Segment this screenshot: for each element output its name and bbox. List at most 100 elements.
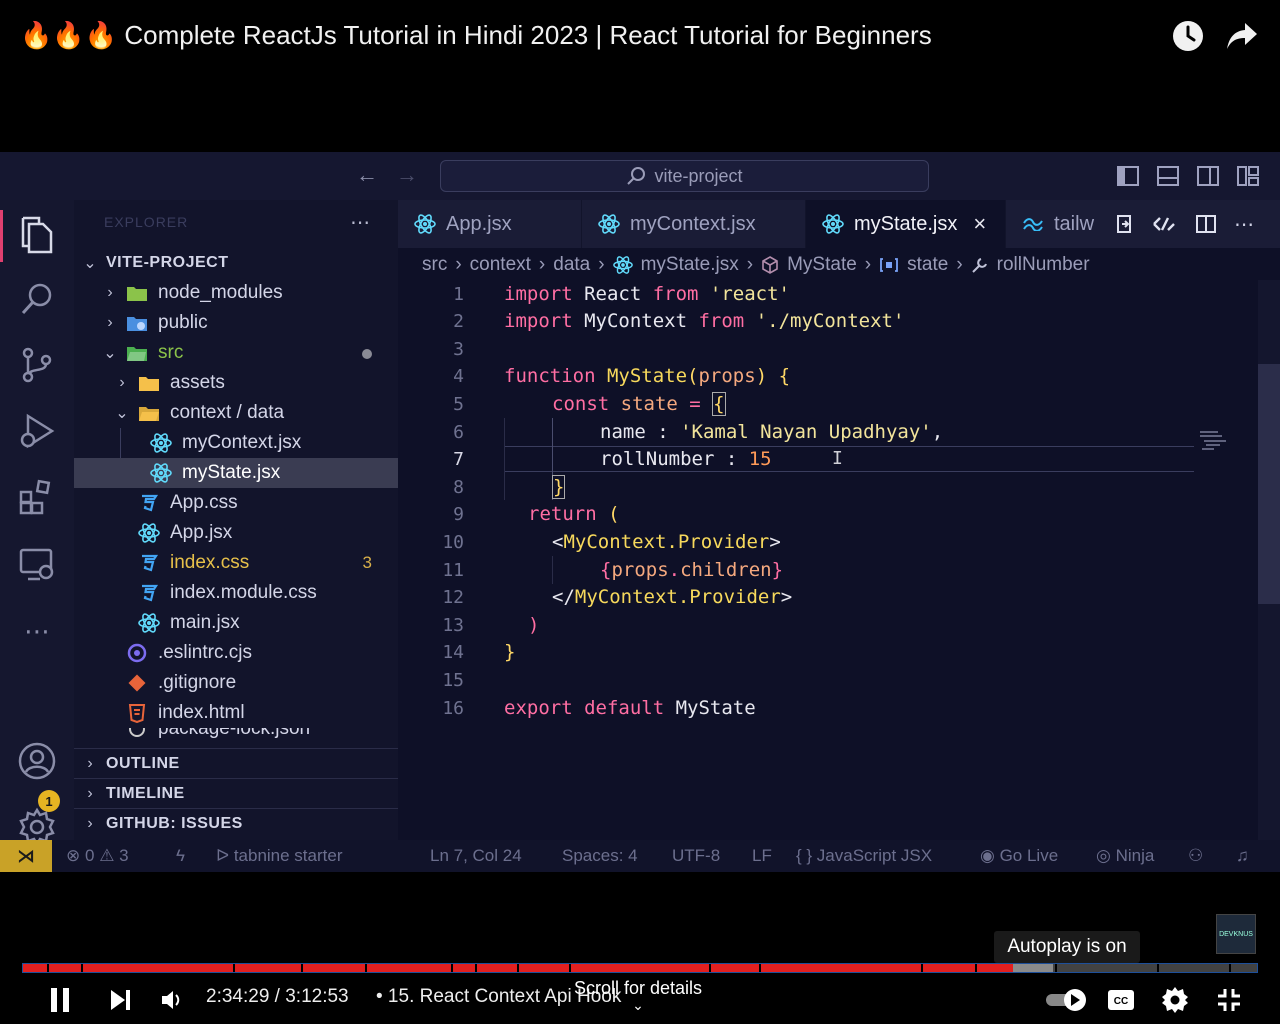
- git-compare-icon: [1152, 212, 1176, 236]
- chapter-marker: [475, 964, 477, 972]
- chevron-right-icon: ›: [598, 254, 605, 275]
- tree-item-src: ⌄ src: [74, 338, 398, 368]
- react-icon: [414, 214, 436, 234]
- tree-item-index-html: index.html: [74, 698, 398, 728]
- chevron-down-icon: ⌄: [83, 255, 97, 272]
- section-label: TIMELINE: [106, 784, 185, 802]
- token: MyState: [595, 365, 688, 387]
- chevron-down-icon: ⌄: [103, 345, 117, 362]
- tree-item-label: node_modules: [158, 282, 283, 303]
- section-timeline: › TIMELINE: [74, 778, 398, 808]
- chapter-marker: [301, 964, 303, 972]
- more-actions-icon: ⋯: [350, 212, 370, 234]
- token: >: [769, 531, 781, 553]
- token: }: [771, 559, 784, 581]
- channel-watermark[interactable]: DEVKNUS: [1216, 914, 1256, 954]
- code-line-2: import MyContext from './myContext': [504, 310, 904, 332]
- line-number: 6: [453, 422, 464, 443]
- scroll-for-details[interactable]: Scroll for details ⌄: [574, 978, 703, 1012]
- indent-guide: [552, 556, 553, 584]
- video-frame[interactable]: ← → vite-project ⋯ 1 EXPLORER ⋯ ⌄ VITE-P…: [0, 152, 1280, 872]
- video-title[interactable]: 🔥🔥🔥 Complete ReactJs Tutorial in Hindi 2…: [20, 20, 932, 51]
- tab-tailwind: tailw: [1006, 200, 1106, 248]
- tailwind-icon: [1023, 218, 1043, 231]
- split-editor-icon: [1194, 212, 1218, 236]
- token: </: [552, 586, 575, 608]
- eslint-icon: [126, 642, 148, 664]
- token: './myContext': [744, 310, 905, 332]
- go-live-label: Go Live: [999, 846, 1059, 865]
- text-cursor-icon: I: [832, 448, 843, 469]
- line-number: 16: [442, 698, 464, 719]
- tree-item-app-css: App.css: [74, 488, 398, 518]
- scrollbar-thumb[interactable]: [1258, 364, 1280, 604]
- code-line-6: name : 'Kamal Nayan Upadhyay',: [600, 421, 943, 443]
- token: <: [552, 531, 564, 553]
- html-icon: [126, 702, 148, 724]
- code-line-11: {props.children}: [600, 559, 783, 581]
- exit-fullscreen-icon[interactable]: [1214, 982, 1244, 1018]
- scroll-hint-label: Scroll for details: [574, 978, 703, 998]
- token: (: [596, 503, 620, 525]
- svg-text:CC: CC: [1114, 996, 1128, 1007]
- clock-icon[interactable]: [1172, 20, 1204, 52]
- pause-icon[interactable]: [44, 982, 76, 1018]
- breadcrumb: src › context › data › myState.jsx › MyS…: [422, 252, 1090, 278]
- breadcrumb-item: MyState: [787, 254, 857, 275]
- progress-bar[interactable]: [22, 963, 1258, 973]
- token: from: [652, 283, 699, 305]
- language-mode: { } JavaScript JSX: [796, 846, 933, 865]
- token: .: [668, 559, 681, 581]
- settings-gear-icon[interactable]: [1160, 982, 1190, 1018]
- code-editor[interactable]: 1 2 3 4 5 6 7 8 9 10 11 12 13 14 15 16 i…: [398, 280, 1258, 840]
- chevron-right-icon: ›: [87, 754, 93, 772]
- ninja-label: Ninja: [1115, 846, 1155, 865]
- chapter-marker: [81, 964, 83, 972]
- remote-icon: ⋊: [0, 840, 52, 872]
- token: function: [504, 365, 596, 387]
- encoding: UTF-8: [672, 846, 721, 865]
- editor-scrollbar[interactable]: [1258, 280, 1280, 840]
- buffered-bar: [1013, 964, 1054, 972]
- editor-tabs: App.jsx myContext.jsx myState.jsx × tail…: [398, 200, 1280, 248]
- tree-item-public: › public: [74, 308, 398, 338]
- tabnine-icon: ᐅ: [216, 846, 230, 865]
- token: from: [698, 310, 745, 332]
- share-icon[interactable]: [1226, 20, 1258, 52]
- tree-item-label: package-lock.json: [158, 728, 311, 739]
- tab-label: App.jsx: [446, 212, 512, 235]
- forward-arrow-icon: →: [396, 162, 418, 187]
- react-icon: [612, 256, 633, 274]
- next-icon[interactable]: [104, 982, 136, 1018]
- autoplay-toggle[interactable]: [1044, 982, 1090, 1018]
- back-arrow-icon: ←: [356, 162, 378, 187]
- captions-icon[interactable]: CC: [1106, 982, 1136, 1018]
- tree-item-label: context / data: [170, 402, 285, 423]
- source-control-icon: [16, 344, 58, 386]
- token: 15: [748, 448, 772, 470]
- react-icon: [822, 214, 844, 234]
- token: import: [504, 283, 573, 305]
- line-number: 11: [442, 560, 464, 581]
- json-icon: [126, 728, 148, 740]
- chapter-marker: [975, 964, 977, 972]
- volume-icon[interactable]: [156, 982, 188, 1018]
- tree-item-label: index.html: [158, 702, 245, 723]
- token: ): [528, 614, 540, 636]
- token: :: [645, 421, 681, 443]
- line-number: 5: [453, 394, 464, 415]
- chevron-right-icon: ›: [746, 254, 754, 275]
- cube-icon: [762, 256, 778, 274]
- token: :: [714, 448, 749, 470]
- chevron-right-icon: ›: [956, 254, 963, 275]
- folder-node-icon: [126, 282, 148, 304]
- tree-item-assets: › assets: [74, 368, 398, 398]
- chevron-down-icon: ⌄: [115, 405, 129, 422]
- line-number: 7: [453, 449, 464, 470]
- tree-item-mystate: myState.jsx: [74, 458, 398, 488]
- token: export: [504, 697, 573, 719]
- explorer-sidebar: EXPLORER ⋯ ⌄ VITE-PROJECT › node_modules…: [74, 200, 398, 840]
- chapter-marker: [1229, 964, 1231, 972]
- breadcrumb-item: data: [553, 254, 591, 275]
- chevron-right-icon: ›: [864, 254, 872, 275]
